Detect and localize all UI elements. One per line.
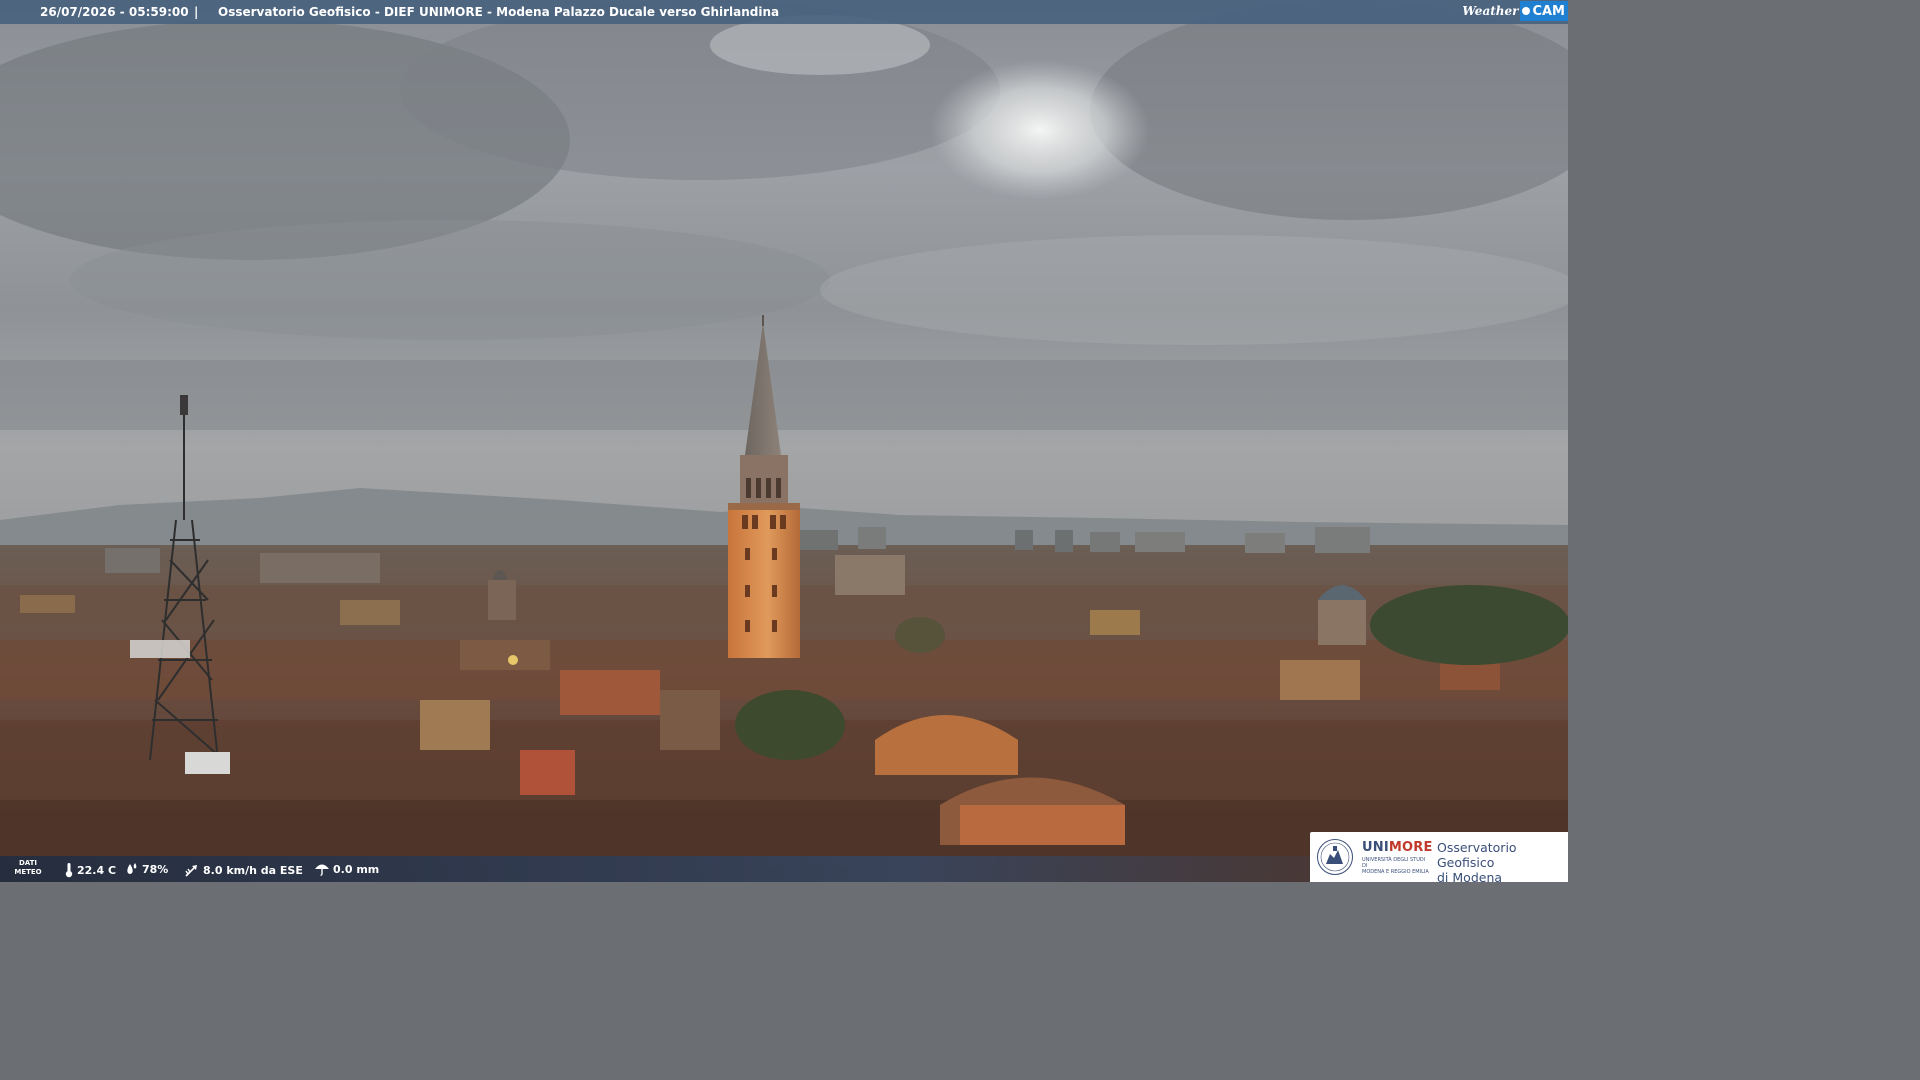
thermometer-icon xyxy=(65,863,73,878)
university-line1: UNIVERSITÀ DEGLI STUDI DI xyxy=(1362,857,1426,869)
rain-reading: 0.0 mm xyxy=(314,862,379,876)
wind-value: 8.0 km/h da ESE xyxy=(203,863,303,877)
umbrella-icon xyxy=(315,864,329,876)
university-seal-icon xyxy=(1317,839,1353,875)
weathercam-cam-badge: CAM xyxy=(1520,1,1568,21)
weathercam-logo[interactable]: Weather CAM xyxy=(1462,0,1568,22)
weather-data-label-line2: METEO xyxy=(14,868,42,876)
observatory-line2: di Modena xyxy=(1437,870,1503,885)
weathercam-cam-text: CAM xyxy=(1532,3,1565,19)
unimore-wordmark-more: MORE xyxy=(1388,840,1433,855)
camera-lens-icon xyxy=(1522,7,1531,15)
university-line2: MODENA E REGGIO EMILIA xyxy=(1362,869,1429,875)
wind-reading: 8.0 km/h da ESE xyxy=(184,862,303,878)
camera-title: Osservatorio Geofisico - DIEF UNIMORE - … xyxy=(218,5,780,19)
observatory-line1: Osservatorio Geofisico xyxy=(1437,840,1517,870)
observatory-name: Osservatorio Geofisico di Modena xyxy=(1437,840,1568,885)
unimore-wordmark-uni: UNI xyxy=(1362,840,1389,855)
weather-data-bar: DATI METEO 22.4 C 78% 8.0 km/h da ESE 0.… xyxy=(0,856,1310,882)
unimore-logo-box[interactable]: UNIMORE UNIVERSITÀ DEGLI STUDI DI MODENA… xyxy=(1310,832,1568,885)
rain-value: 0.0 mm xyxy=(333,862,380,876)
weather-data-label-line1: DATI xyxy=(18,859,38,867)
timestamp: 26/07/2026 - 05:59:00 xyxy=(40,5,189,19)
header-bar: 26/07/2026 - 05:59:00 | Osservatorio Geo… xyxy=(0,0,1568,24)
university-full-name: UNIVERSITÀ DEGLI STUDI DI MODENA E REGGI… xyxy=(1362,857,1432,875)
webcam-image xyxy=(0,0,1568,882)
weather-data-label: DATI METEO xyxy=(12,859,44,877)
humidity-reading: 78% xyxy=(125,862,168,876)
temperature-reading: 22.4 C xyxy=(64,862,116,878)
humidity-drops-icon xyxy=(127,863,137,874)
weathercam-weather-text: Weather xyxy=(1462,4,1519,18)
humidity-value: 78% xyxy=(142,862,169,876)
temperature-value: 22.4 C xyxy=(77,863,117,877)
unimore-wordmark: UNIMORE xyxy=(1362,840,1433,855)
wind-direction-icon xyxy=(185,865,197,877)
header-separator: | xyxy=(194,5,199,19)
